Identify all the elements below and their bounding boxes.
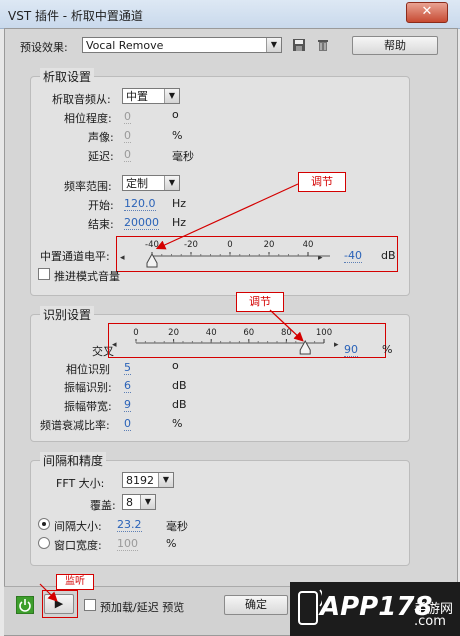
preload-checkbox[interactable] bbox=[84, 599, 96, 611]
phase-disc-field[interactable]: 5 bbox=[124, 361, 131, 375]
slider-tick-label: 100 bbox=[316, 328, 332, 338]
spectral-unit: % bbox=[172, 417, 183, 430]
slider-tick-label: 40 bbox=[303, 240, 314, 250]
slider-tick-label: -20 bbox=[184, 240, 198, 250]
window-title: VST 插件 - 析取中置通道 bbox=[8, 9, 143, 23]
slider-tick-label: -40 bbox=[145, 240, 159, 250]
fft-select[interactable]: 8192 ▼ bbox=[122, 472, 174, 488]
end-field[interactable]: 20000 bbox=[124, 216, 159, 230]
end-unit: Hz bbox=[172, 216, 187, 229]
logo-domain: .com bbox=[414, 614, 446, 629]
window-radio[interactable] bbox=[38, 537, 50, 549]
annotation-label: 监听 bbox=[56, 574, 94, 590]
chevron-down-icon: ▼ bbox=[158, 473, 173, 487]
pan-label: 声像: bbox=[88, 131, 114, 144]
amp-disc-label: 振幅识别: bbox=[64, 381, 112, 394]
chevron-down-icon: ▼ bbox=[140, 495, 155, 509]
window-label: 窗口宽度: bbox=[54, 539, 102, 552]
slider-tick-label: 20 bbox=[264, 240, 275, 250]
extract-title: 析取设置 bbox=[40, 68, 95, 85]
delay-unit: 毫秒 bbox=[172, 150, 194, 163]
brand-logo: APP178 手游网 .com bbox=[290, 582, 460, 636]
window-unit: % bbox=[166, 537, 177, 550]
amp-disc-field[interactable]: 6 bbox=[124, 379, 131, 393]
crossover-slider[interactable]: ◂ 0 20 40 60 80 100▸ bbox=[110, 323, 342, 356]
fft-label: FFT 大小: bbox=[56, 477, 105, 490]
freq-select[interactable]: 定制 ▼ bbox=[122, 175, 180, 191]
amp-bw-field[interactable]: 9 bbox=[124, 398, 131, 412]
center-level-unit: dB bbox=[381, 249, 396, 262]
source-label: 析取音频从: bbox=[52, 93, 111, 106]
slider-tick-label: 20 bbox=[168, 328, 179, 338]
spectral-field[interactable]: 0 bbox=[124, 417, 131, 431]
phase-field[interactable]: 0 bbox=[124, 110, 131, 124]
slider-tick-label: 0 bbox=[227, 240, 232, 250]
window-field[interactable]: 100 bbox=[117, 537, 138, 551]
start-field[interactable]: 120.0 bbox=[124, 197, 156, 211]
title-bar: VST 插件 - 析取中置通道 ✕ bbox=[0, 0, 460, 29]
spectral-label: 频谱衰减比率: bbox=[40, 419, 110, 432]
crossover-unit: % bbox=[382, 343, 393, 356]
overlap-value: 8 bbox=[126, 496, 133, 509]
amp-bw-label: 振幅带宽: bbox=[64, 400, 112, 413]
center-level-field[interactable]: -40 bbox=[344, 249, 362, 263]
start-unit: Hz bbox=[172, 197, 187, 210]
chevron-down-icon: ▼ bbox=[164, 89, 179, 103]
crossover-field[interactable]: 90 bbox=[344, 343, 358, 357]
spacing-title: 间隔和精度 bbox=[40, 452, 107, 469]
center-level-label: 中置通道电平: bbox=[40, 250, 110, 263]
end-label: 结束: bbox=[88, 218, 114, 231]
pan-field[interactable]: 0 bbox=[124, 129, 131, 143]
preload-label: 预加载/延迟 预览 bbox=[100, 601, 185, 614]
phase-unit: o bbox=[172, 108, 179, 121]
preset-label: 预设效果: bbox=[20, 41, 68, 54]
slider-tick-label: 60 bbox=[243, 328, 254, 338]
help-button[interactable]: 帮助 bbox=[352, 36, 438, 55]
annotation-label: 调节 bbox=[298, 172, 346, 192]
source-value: 中置 bbox=[126, 90, 148, 103]
amp-disc-unit: dB bbox=[172, 379, 187, 392]
phase-disc-label: 相位识别 bbox=[66, 363, 110, 376]
slider-tick-label: 40 bbox=[206, 328, 217, 338]
interval-radio[interactable] bbox=[38, 518, 50, 530]
freq-label: 频率范围: bbox=[64, 180, 112, 193]
slider-tick-label: 0 bbox=[133, 328, 138, 338]
pan-unit: % bbox=[172, 129, 183, 142]
delay-label: 延迟: bbox=[88, 150, 114, 163]
freq-value: 定制 bbox=[126, 177, 148, 190]
delay-field[interactable]: 0 bbox=[124, 148, 131, 162]
interval-field[interactable]: 23.2 bbox=[117, 518, 142, 532]
interval-unit: 毫秒 bbox=[166, 520, 188, 533]
slider-right-arrow[interactable]: ▸ bbox=[334, 340, 339, 350]
close-button[interactable]: ✕ bbox=[406, 2, 448, 23]
annotation-box bbox=[42, 590, 78, 618]
overlap-label: 覆盖: bbox=[90, 499, 116, 512]
save-icon[interactable] bbox=[292, 38, 306, 52]
power-icon[interactable] bbox=[16, 596, 34, 614]
chevron-down-icon: ▼ bbox=[266, 38, 281, 52]
boost-label: 推进模式音量 bbox=[54, 270, 120, 283]
slider-left-arrow[interactable]: ◂ bbox=[120, 253, 125, 263]
overlap-select[interactable]: 8 ▼ bbox=[122, 494, 156, 510]
preset-value: Vocal Remove bbox=[86, 39, 164, 52]
trash-icon[interactable] bbox=[316, 38, 330, 52]
chevron-down-icon: ▼ bbox=[164, 176, 179, 190]
phase-label: 相位程度: bbox=[64, 112, 112, 125]
boost-checkbox[interactable] bbox=[38, 268, 50, 280]
start-label: 开始: bbox=[88, 199, 114, 212]
slider-tick-label: 80 bbox=[281, 328, 292, 338]
annotation-label: 调节 bbox=[236, 292, 284, 312]
phone-icon bbox=[298, 589, 322, 625]
source-select[interactable]: 中置 ▼ bbox=[122, 88, 180, 104]
slider-left-arrow[interactable]: ◂ bbox=[112, 340, 117, 350]
phase-disc-unit: o bbox=[172, 359, 179, 372]
discrim-title: 识别设置 bbox=[40, 306, 95, 323]
fft-value: 8192 bbox=[126, 474, 154, 487]
interval-label: 间隔大小: bbox=[54, 520, 102, 533]
slider-right-arrow[interactable]: ▸ bbox=[318, 253, 323, 263]
ok-button[interactable]: 确定 bbox=[224, 595, 288, 615]
preset-select[interactable]: Vocal Remove ▼ bbox=[82, 37, 282, 53]
amp-bw-unit: dB bbox=[172, 398, 187, 411]
